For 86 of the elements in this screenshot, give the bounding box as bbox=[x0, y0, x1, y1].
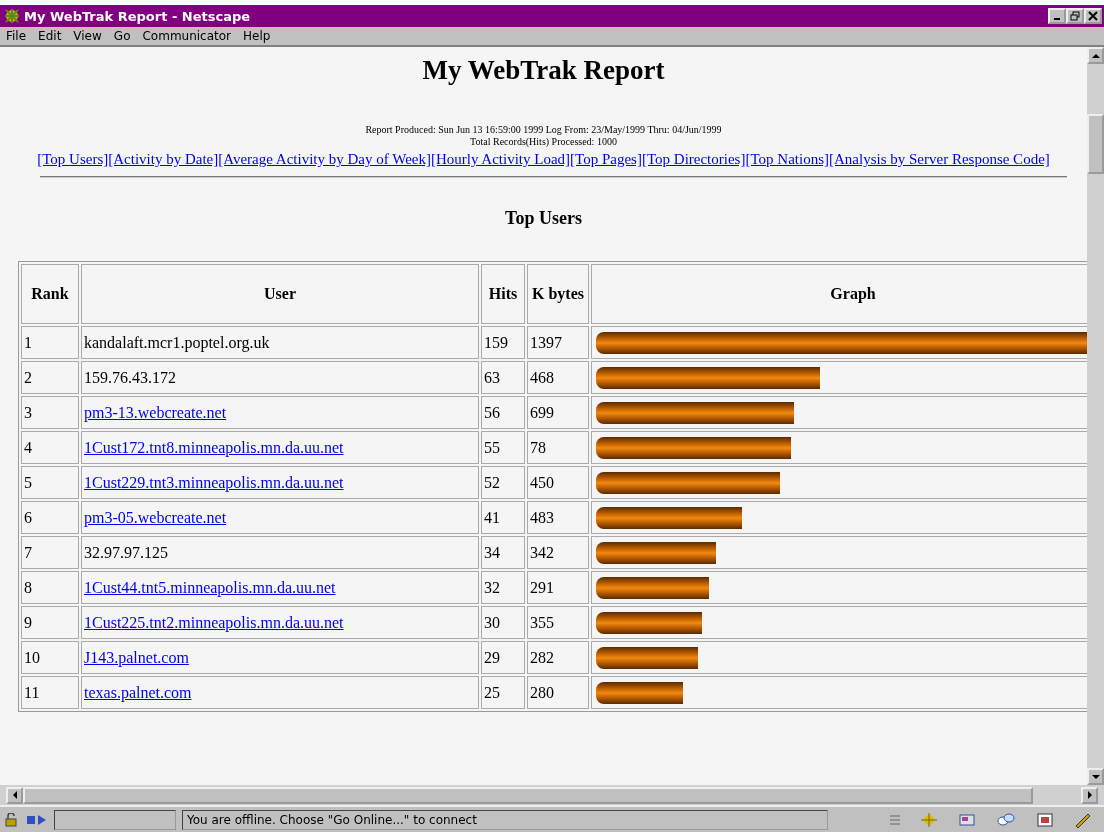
discussion-icon[interactable] bbox=[996, 811, 1016, 828]
mail-icon[interactable] bbox=[958, 811, 976, 828]
table-cell: 41 bbox=[481, 501, 525, 534]
table-cell: 56 bbox=[481, 396, 525, 429]
status-message: You are offline. Choose "Go Online..." to connect bbox=[182, 809, 828, 830]
table-cell: 63 bbox=[481, 361, 525, 394]
nav-link[interactable]: [Top Nations] bbox=[745, 151, 829, 167]
nav-link[interactable]: [Average Activity by Day of Week] bbox=[218, 151, 431, 167]
column-header: K bytes bbox=[527, 264, 589, 324]
table-cell: 29 bbox=[481, 641, 525, 674]
close-button[interactable] bbox=[1084, 8, 1102, 24]
nav-link[interactable]: [Hourly Activity Load] bbox=[430, 151, 571, 167]
table-cell: 9 bbox=[21, 606, 79, 639]
user-name: 32.97.97.125 bbox=[84, 543, 168, 561]
user-link[interactable]: pm3-05.webcreate.net bbox=[84, 508, 227, 526]
table-cell: 1 bbox=[21, 326, 79, 359]
user-name: 159.76.43.172 bbox=[84, 368, 176, 386]
restore-button[interactable] bbox=[1066, 8, 1084, 24]
scroll-down-icon[interactable] bbox=[1091, 774, 1100, 779]
table-cell: 52 bbox=[481, 466, 525, 499]
minimize-button[interactable] bbox=[1048, 8, 1066, 24]
table-cell: 699 bbox=[527, 396, 589, 429]
table-cell: 10 bbox=[21, 641, 79, 674]
vertical-scrollbar[interactable] bbox=[1087, 47, 1104, 785]
table-cell: 5 bbox=[21, 466, 79, 499]
column-header: Hits bbox=[481, 264, 525, 324]
scroll-up-icon[interactable] bbox=[1091, 53, 1100, 58]
nav-link[interactable]: [Activity by Date] bbox=[108, 151, 219, 167]
nav-link[interactable]: [Analysis by Server Response Code] bbox=[829, 151, 1050, 167]
restore-icon[interactable] bbox=[1070, 11, 1080, 21]
column-header: User bbox=[81, 264, 479, 324]
table-cell: 32 bbox=[481, 571, 525, 604]
table-cell: 25 bbox=[481, 676, 525, 709]
nav-link[interactable]: [Top Users] bbox=[37, 151, 109, 167]
table-cell: 34 bbox=[481, 536, 525, 569]
table-cell: 159 bbox=[481, 326, 525, 359]
scroll-right-icon[interactable] bbox=[1087, 791, 1092, 799]
table-cell: 291 bbox=[527, 571, 589, 604]
security-icon[interactable] bbox=[4, 812, 20, 827]
table-cell: 2 bbox=[21, 361, 79, 394]
table-cell: 55 bbox=[481, 431, 525, 464]
page-title: My WebTrak Report bbox=[421, 55, 666, 86]
menu-item[interactable]: Help bbox=[243, 29, 271, 43]
menu-item[interactable]: Communicator bbox=[142, 29, 232, 43]
column-header: Graph bbox=[591, 264, 1087, 324]
nav-link[interactable]: [Top Directories] bbox=[641, 151, 746, 167]
records-info: Total Records(Hits) Processed: 1000 bbox=[469, 136, 618, 148]
menu-item[interactable]: View bbox=[73, 29, 102, 43]
menu-item[interactable]: File bbox=[6, 29, 27, 43]
section-title: Top Users bbox=[504, 208, 583, 229]
table-cell: 355 bbox=[527, 606, 589, 639]
close-icon[interactable] bbox=[1088, 11, 1098, 21]
menu-item[interactable]: Go bbox=[113, 29, 131, 43]
table-cell: 30 bbox=[481, 606, 525, 639]
scroll-thumb[interactable] bbox=[23, 786, 1033, 804]
network-icon[interactable] bbox=[26, 812, 48, 827]
table-cell: 78 bbox=[527, 431, 589, 464]
window-title: My WebTrak Report - Netscape bbox=[24, 8, 251, 24]
table-cell: 468 bbox=[527, 361, 589, 394]
table-cell: 8 bbox=[21, 571, 79, 604]
column-header: Rank bbox=[21, 264, 79, 324]
table-cell: 7 bbox=[21, 536, 79, 569]
table-cell: 280 bbox=[527, 676, 589, 709]
user-link[interactable]: J143.palnet.com bbox=[84, 648, 189, 666]
nav-link[interactable]: [Top Pages] bbox=[570, 151, 642, 167]
menu-item[interactable]: Edit bbox=[38, 29, 62, 43]
table-cell: 1397 bbox=[527, 326, 589, 359]
pen-icon[interactable] bbox=[1074, 811, 1092, 828]
user-name: kandalaft.mcr1.poptel.org.uk bbox=[84, 333, 270, 351]
table-cell: 483 bbox=[527, 501, 589, 534]
scroll-thumb[interactable] bbox=[1087, 114, 1104, 174]
table-cell: 3 bbox=[21, 396, 79, 429]
table-cell: 282 bbox=[527, 641, 589, 674]
user-link[interactable]: pm3-13.webcreate.net bbox=[84, 403, 227, 421]
scroll-left-icon[interactable] bbox=[12, 791, 17, 799]
app-icon bbox=[4, 8, 20, 24]
table-cell: 11 bbox=[21, 676, 79, 709]
table-cell: 342 bbox=[527, 536, 589, 569]
table-cell: 450 bbox=[527, 466, 589, 499]
grip-icon bbox=[890, 813, 900, 826]
composer-icon[interactable] bbox=[1036, 811, 1054, 828]
user-link[interactable]: texas.palnet.com bbox=[84, 683, 192, 701]
table-cell: 6 bbox=[21, 501, 79, 534]
report-info: Report Produced: Sun Jun 13 16:59:00 1999 Log From: 23/May/1999 Thru: 04/Jun/1999 bbox=[364, 124, 723, 136]
horizontal-scrollbar[interactable] bbox=[0, 785, 1104, 805]
table-cell: 4 bbox=[21, 431, 79, 464]
